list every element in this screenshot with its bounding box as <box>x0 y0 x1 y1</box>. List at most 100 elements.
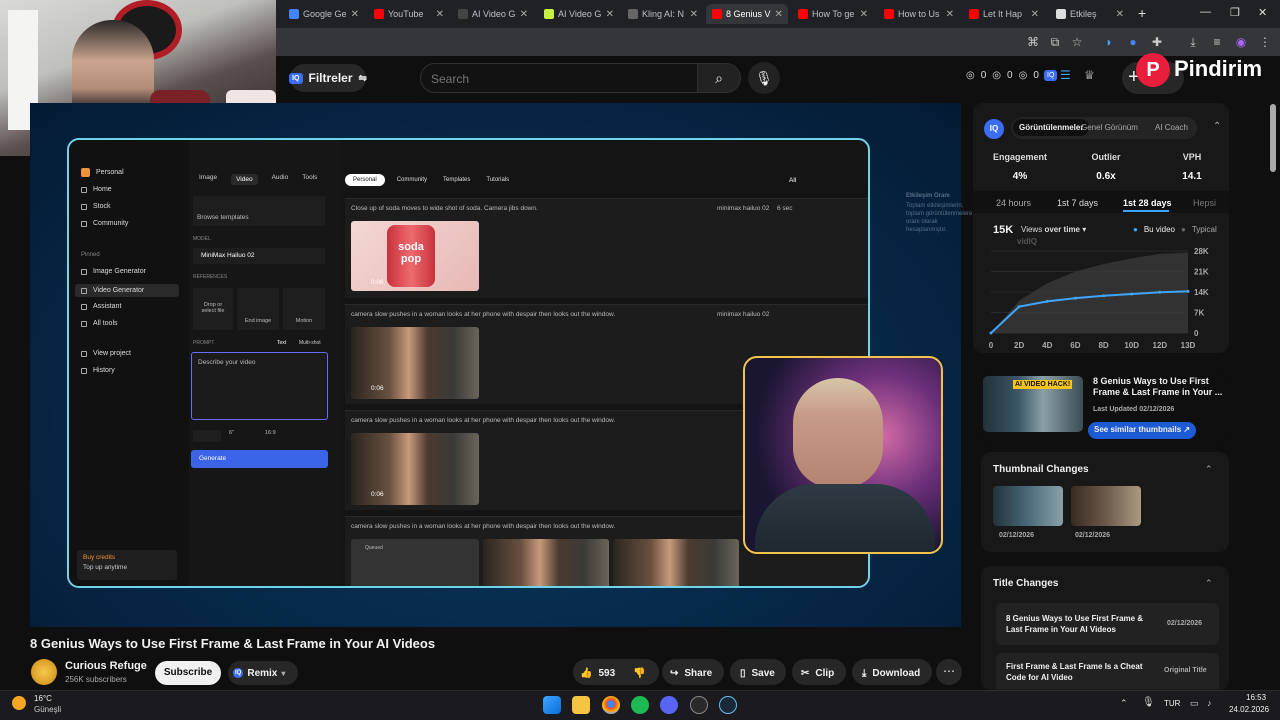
range-7d[interactable]: 1st 7 days <box>1057 198 1098 208</box>
browser-tab[interactable]: How to Us ✕ <box>878 4 960 24</box>
search-input[interactable] <box>421 64 697 94</box>
views-dropdown[interactable]: Views over time ▾ <box>1021 225 1086 234</box>
clip-button[interactable]: ✂ Clip <box>801 660 834 686</box>
browser-tab[interactable]: How To ge ✕ <box>792 4 874 24</box>
network-icon[interactable]: ▭ <box>1190 698 1199 709</box>
browser-tab[interactable]: Kling AI: N ✕ <box>622 4 704 24</box>
close-tab-icon[interactable]: ✕ <box>436 9 444 20</box>
close-tab-icon[interactable]: ✕ <box>520 9 528 20</box>
steam-icon[interactable] <box>719 696 737 714</box>
tab-ai-coach[interactable]: AI Coach <box>1155 123 1188 132</box>
app-icon[interactable] <box>690 696 708 714</box>
tray-chevron-icon[interactable]: ⌃ <box>1120 698 1128 709</box>
windows-start-icon[interactable] <box>543 696 561 714</box>
close-tab-icon[interactable]: ✕ <box>946 9 954 20</box>
queued-label: Queued <box>365 545 383 551</box>
volume-icon[interactable]: ♪ <box>1207 698 1212 708</box>
close-tab-icon[interactable]: ✕ <box>606 9 614 20</box>
browser-tab[interactable]: YouTube ✕ <box>368 4 450 24</box>
bookmark-star-icon[interactable]: ☆ <box>1070 35 1084 49</box>
close-window-button[interactable]: ✕ <box>1258 6 1267 19</box>
close-tab-icon[interactable]: ✕ <box>1116 9 1124 20</box>
like-button[interactable]: 👍 593 <box>580 660 615 686</box>
close-tab-icon[interactable]: ✕ <box>351 9 359 20</box>
range-24h[interactable]: 24 hours <box>996 198 1031 208</box>
range-all[interactable]: Hepsi <box>1193 198 1216 208</box>
new-tab-button[interactable]: + <box>1138 5 1146 21</box>
filter-all: All <box>789 177 797 184</box>
collapse-chevron-icon[interactable]: ⌃ <box>1213 121 1221 132</box>
close-tab-icon[interactable]: ✕ <box>775 9 783 20</box>
video-player[interactable]: Personal Home Stock Community Pinned Ima… <box>30 103 961 627</box>
close-tab-icon[interactable]: ✕ <box>1031 9 1039 20</box>
close-tab-icon[interactable]: ✕ <box>690 9 698 20</box>
clock-time[interactable]: 16:53 <box>1246 693 1266 702</box>
app-filter-tabs: Personal Community Templates Tutorials <box>345 174 513 186</box>
browser-tab[interactable]: Etkileş ✕ <box>1050 4 1130 24</box>
remix-button[interactable]: IQ Remix ▾ <box>228 661 298 685</box>
browser-tab[interactable]: AI Video G ✕ <box>452 4 534 24</box>
spotify-icon[interactable] <box>631 696 649 714</box>
last-updated: Last Updated 02/12/2026 <box>1093 406 1175 413</box>
collapse-chevron-icon[interactable]: ⌃ <box>1205 578 1213 589</box>
counter-3: 0 <box>1033 70 1039 81</box>
trophy-icon[interactable]: ♕ <box>1084 68 1095 82</box>
file-explorer-icon[interactable] <box>572 696 590 714</box>
vidiq-extension-icon[interactable]: ● <box>1126 35 1140 49</box>
puzzle-icon[interactable]: ✚ <box>1150 35 1164 49</box>
browser-tab[interactable]: 8 Genius V ✕ <box>706 4 788 24</box>
discord-icon[interactable] <box>660 696 678 714</box>
thumbnail-date-2: 02/12/2026 <box>1075 532 1111 539</box>
see-similar-button[interactable]: See similar thumbnails ↗ <box>1088 422 1197 439</box>
profile-icon[interactable]: ◉ <box>1234 35 1248 49</box>
chrome-icon[interactable] <box>602 696 620 714</box>
thumbnail-change-2[interactable] <box>1071 486 1141 526</box>
y-tick-label: 7K <box>1194 309 1204 318</box>
channel-avatar[interactable] <box>31 659 57 685</box>
list-icon[interactable]: ☰ <box>1060 68 1071 82</box>
extension-icon[interactable]: ◗ <box>1102 35 1116 49</box>
clock-date[interactable]: 24.02.2026 <box>1229 705 1269 714</box>
subscribe-button[interactable]: Subscribe <box>155 661 221 685</box>
more-actions-button[interactable]: ⋯ <box>936 659 962 685</box>
title-change-2-text: First Frame & Last Frame Is a Cheat Code… <box>1006 662 1143 682</box>
language-indicator[interactable]: TUR <box>1164 699 1180 708</box>
collapse-chevron-icon[interactable]: ⌃ <box>1205 464 1213 475</box>
browser-tab[interactable]: Let It Hap ✕ <box>963 4 1045 24</box>
chart-legend: ● Bu video ● Typical <box>1133 225 1217 234</box>
translate-icon[interactable]: ⌘ <box>1026 35 1040 49</box>
search-input-box[interactable] <box>420 63 698 94</box>
reading-list-icon[interactable]: ≡ <box>1210 35 1224 49</box>
weather-text[interactable]: Güneşli <box>34 705 61 714</box>
references-label: REFERENCES <box>193 274 228 280</box>
menu-icon[interactable]: ⋮ <box>1258 35 1272 49</box>
browser-tab[interactable]: AI Video G ✕ <box>538 4 620 24</box>
minimize-button[interactable]: — <box>1200 6 1211 18</box>
similar-thumbnail[interactable]: AI VIDEO HACK! <box>983 376 1083 432</box>
dislike-button[interactable]: 👎 <box>633 660 645 686</box>
tab-overview[interactable]: Genel Görünüm <box>1081 123 1138 132</box>
weather-temp[interactable]: 16°C <box>34 694 52 703</box>
tab-views[interactable]: Görüntülenmeler <box>1013 119 1090 136</box>
install-icon[interactable]: ⧉ <box>1048 35 1062 49</box>
download-icon[interactable]: ⤓ <box>1186 35 1200 49</box>
voice-search-button[interactable]: 🎙 <box>748 62 780 94</box>
maximize-button[interactable]: ❐ <box>1230 6 1240 19</box>
thumbnail-change-1[interactable] <box>993 486 1063 526</box>
vidiq-header-icon[interactable]: IQ <box>1044 70 1058 81</box>
browser-tab[interactable]: Google Ge ✕ <box>283 4 365 24</box>
save-button[interactable]: ▯ Save <box>740 660 775 686</box>
filters-button[interactable]: IQ Filtreler ⇋ <box>289 64 367 92</box>
range-28d[interactable]: 1st 28 days <box>1123 198 1172 208</box>
share-button[interactable]: ↪ Share <box>670 660 712 686</box>
channel-name[interactable]: Curious Refuge <box>65 660 147 672</box>
page-scrollbar[interactable] <box>1270 104 1276 172</box>
row-prompt-1: Close up of soda moves to wide shot of s… <box>351 205 538 212</box>
mic-tray-icon[interactable]: 🎙 <box>1142 697 1155 708</box>
close-tab-icon[interactable]: ✕ <box>860 9 868 20</box>
tab-favicon-icon <box>374 9 384 19</box>
download-button[interactable]: ⤓ Download <box>862 660 920 686</box>
search-button[interactable]: ⌕ <box>697 63 741 93</box>
tab-favicon-icon <box>628 9 638 19</box>
row-prompt-4: camera slow pushes in a woman looks at h… <box>351 523 616 530</box>
